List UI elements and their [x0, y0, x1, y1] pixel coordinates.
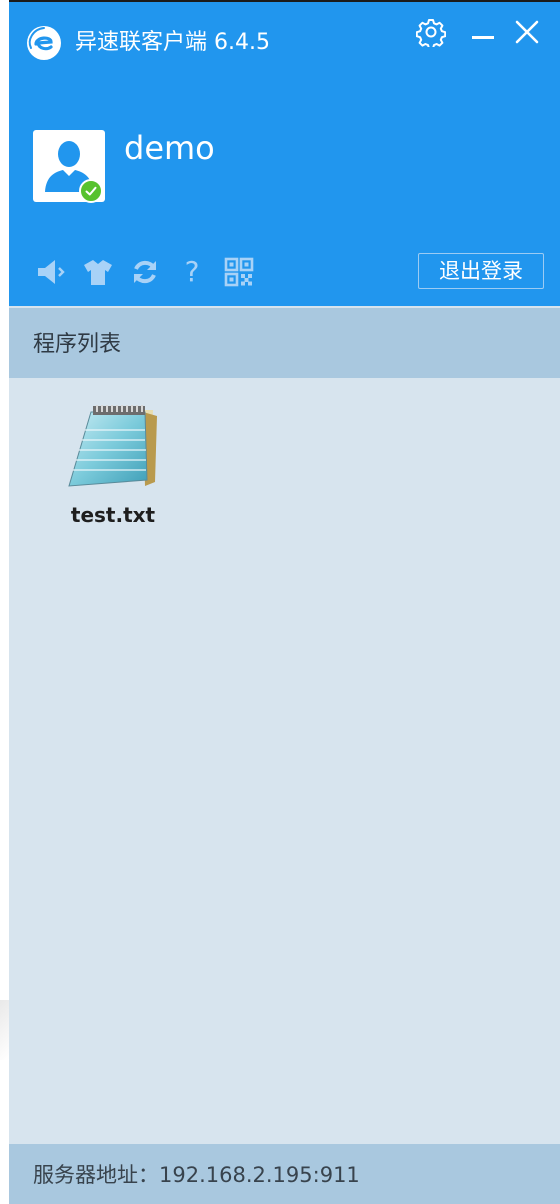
check-icon	[85, 186, 97, 196]
settings-button[interactable]	[413, 14, 449, 50]
qr-code-icon	[224, 257, 254, 287]
client-window: 异速联客户端 6.4.5 demo ? 退出登录 程序列表 test.txt 服…	[9, 0, 560, 1204]
speaker-icon	[38, 260, 65, 284]
header: 异速联客户端 6.4.5 demo ? 退出登录	[9, 2, 560, 306]
program-item-test-txt[interactable]: test.txt	[61, 402, 165, 528]
minimize-button[interactable]	[465, 14, 501, 50]
program-list: test.txt	[9, 378, 560, 1144]
help-button[interactable]: ?	[174, 254, 210, 290]
shirt-icon	[84, 260, 112, 285]
notepad-icon	[68, 405, 157, 487]
minimize-icon	[472, 36, 494, 39]
qr-code-button[interactable]	[221, 254, 257, 290]
background-decoration	[0, 1000, 9, 1060]
help-icon: ?	[184, 255, 200, 288]
app-logo-icon	[27, 26, 61, 60]
close-button[interactable]	[509, 14, 545, 50]
app-title: 异速联客户端 6.4.5	[75, 30, 270, 55]
status-bar: 服务器地址：192.168.2.195:911	[9, 1144, 560, 1204]
close-icon	[515, 20, 539, 44]
program-label: test.txt	[70, 503, 156, 527]
logout-button[interactable]: 退出登录	[418, 253, 544, 289]
program-list-header: 程序列表	[9, 308, 560, 378]
skin-button[interactable]	[80, 254, 116, 290]
refresh-button[interactable]	[127, 254, 163, 290]
user-toolbar: ?	[33, 254, 268, 290]
sound-button[interactable]	[33, 254, 69, 290]
server-address: 服务器地址：192.168.2.195:911	[33, 1163, 360, 1187]
section-title: 程序列表	[33, 332, 122, 357]
gear-icon	[416, 19, 446, 47]
refresh-icon	[134, 260, 156, 284]
online-status-badge	[79, 179, 103, 203]
username: demo	[124, 129, 215, 167]
